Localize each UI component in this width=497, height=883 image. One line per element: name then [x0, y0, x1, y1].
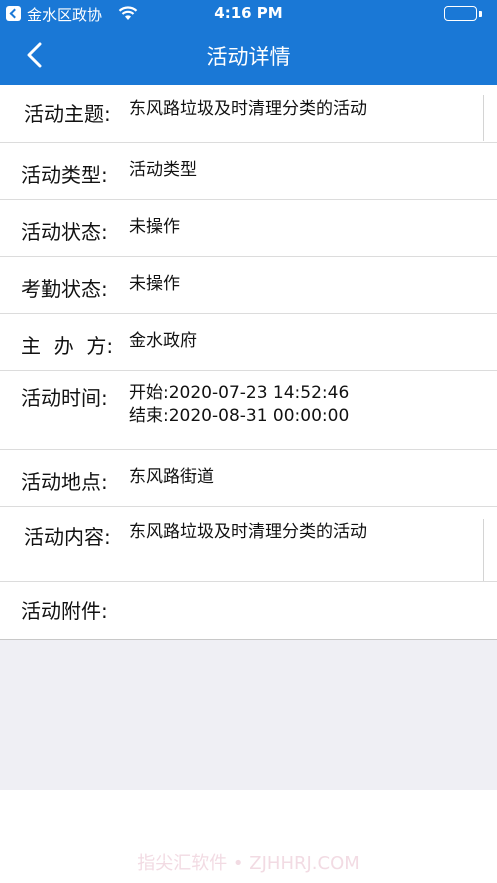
detail-row-attendance: 考勤状态: 未操作: [0, 257, 497, 314]
detail-row-content: 活动内容: 东风路垃圾及时清理分类的活动: [0, 507, 497, 582]
app-header: 金水区政协 4:16 PM 活动详情: [0, 0, 497, 85]
detail-label: 活动状态:: [21, 220, 108, 244]
detail-row-theme: 活动主题: 东风路垃圾及时清理分类的活动: [0, 85, 497, 143]
status-bar: 金水区政协 4:16 PM: [0, 0, 497, 28]
detail-value: 东风路垃圾及时清理分类的活动: [129, 522, 367, 542]
scroll-indicator: [483, 519, 484, 581]
detail-value: 活动类型: [129, 160, 197, 180]
detail-row-type: 活动类型: 活动类型: [0, 143, 497, 200]
detail-label: 主 办 方:: [21, 334, 114, 358]
watermark: 指尖汇软件 • ZJHHRJ.COM: [137, 853, 360, 874]
detail-value: 金水政府: [129, 331, 197, 351]
battery-icon: [444, 6, 477, 21]
status-time: 4:16 PM: [214, 4, 283, 22]
detail-value: 东风路街道: [129, 467, 214, 487]
detail-list: 活动主题: 东风路垃圾及时清理分类的活动 活动类型: 活动类型 活动状态: 未操…: [0, 85, 497, 640]
detail-value-end: 结束:2020-08-31 00:00:00: [129, 406, 350, 426]
detail-row-status: 活动状态: 未操作: [0, 200, 497, 257]
detail-value: 东风路垃圾及时清理分类的活动: [129, 99, 367, 119]
detail-value-start: 开始:2020-07-23 14:52:46: [129, 383, 350, 403]
detail-row-location: 活动地点: 东风路街道: [0, 450, 497, 507]
detail-label: 活动地点:: [21, 470, 108, 494]
battery-cap: [479, 11, 482, 17]
detail-label: 活动内容:: [24, 525, 111, 549]
detail-value: 未操作: [129, 274, 180, 294]
detail-label: 考勤状态:: [21, 277, 108, 301]
detail-label: 活动类型:: [21, 163, 108, 187]
scroll-indicator: [483, 95, 484, 141]
detail-row-organizer: 主 办 方: 金水政府: [0, 314, 497, 371]
detail-label: 活动附件:: [21, 599, 108, 623]
detail-label: 活动时间:: [21, 386, 108, 410]
detail-label: 活动主题:: [24, 102, 111, 126]
detail-row-time: 活动时间: 开始:2020-07-23 14:52:46 结束:2020-08-…: [0, 371, 497, 450]
page-title: 活动详情: [206, 45, 291, 69]
detail-value: 未操作: [129, 217, 180, 237]
detail-row-attachment: 活动附件:: [0, 582, 497, 640]
empty-area: [0, 640, 497, 790]
